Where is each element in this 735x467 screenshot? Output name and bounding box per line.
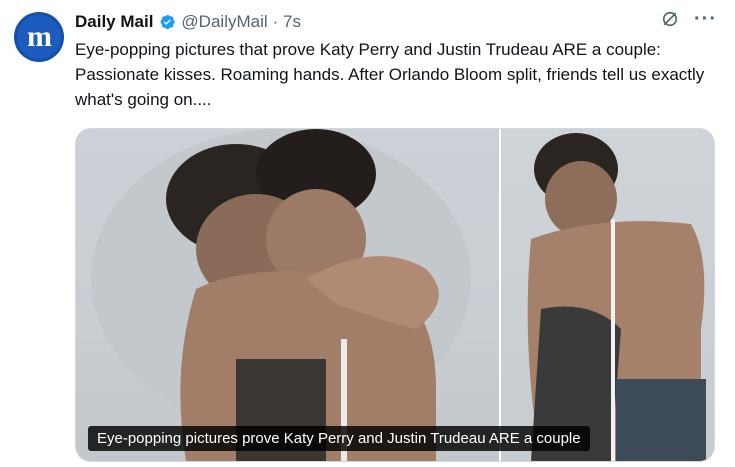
photo-embrace-graphic bbox=[527, 133, 706, 461]
photo-embrace[interactable] bbox=[501, 129, 714, 461]
header-actions: ··· bbox=[660, 9, 717, 29]
avatar-letter: m bbox=[27, 20, 52, 53]
tweet-text: Eye-popping pictures that prove Katy Per… bbox=[75, 40, 705, 109]
daily-mail-logo: m bbox=[17, 15, 61, 59]
verified-badge-icon bbox=[161, 14, 176, 30]
tweet-header: Daily Mail @DailyMail · 7s bbox=[75, 11, 715, 33]
grok-icon[interactable] bbox=[660, 9, 680, 29]
avatar[interactable]: m bbox=[14, 12, 64, 62]
tweet-media[interactable]: Eye-popping pictures prove Katy Perry an… bbox=[75, 128, 715, 462]
media-caption: Eye-popping pictures prove Katy Perry an… bbox=[88, 426, 590, 451]
author-handle[interactable]: @DailyMail bbox=[181, 12, 267, 32]
tweet-time[interactable]: · 7s bbox=[273, 12, 301, 32]
more-icon[interactable]: ··· bbox=[694, 9, 717, 29]
author-name[interactable]: Daily Mail bbox=[75, 12, 153, 32]
photo-kiss-graphic bbox=[91, 129, 471, 461]
photo-kiss[interactable] bbox=[76, 129, 499, 461]
